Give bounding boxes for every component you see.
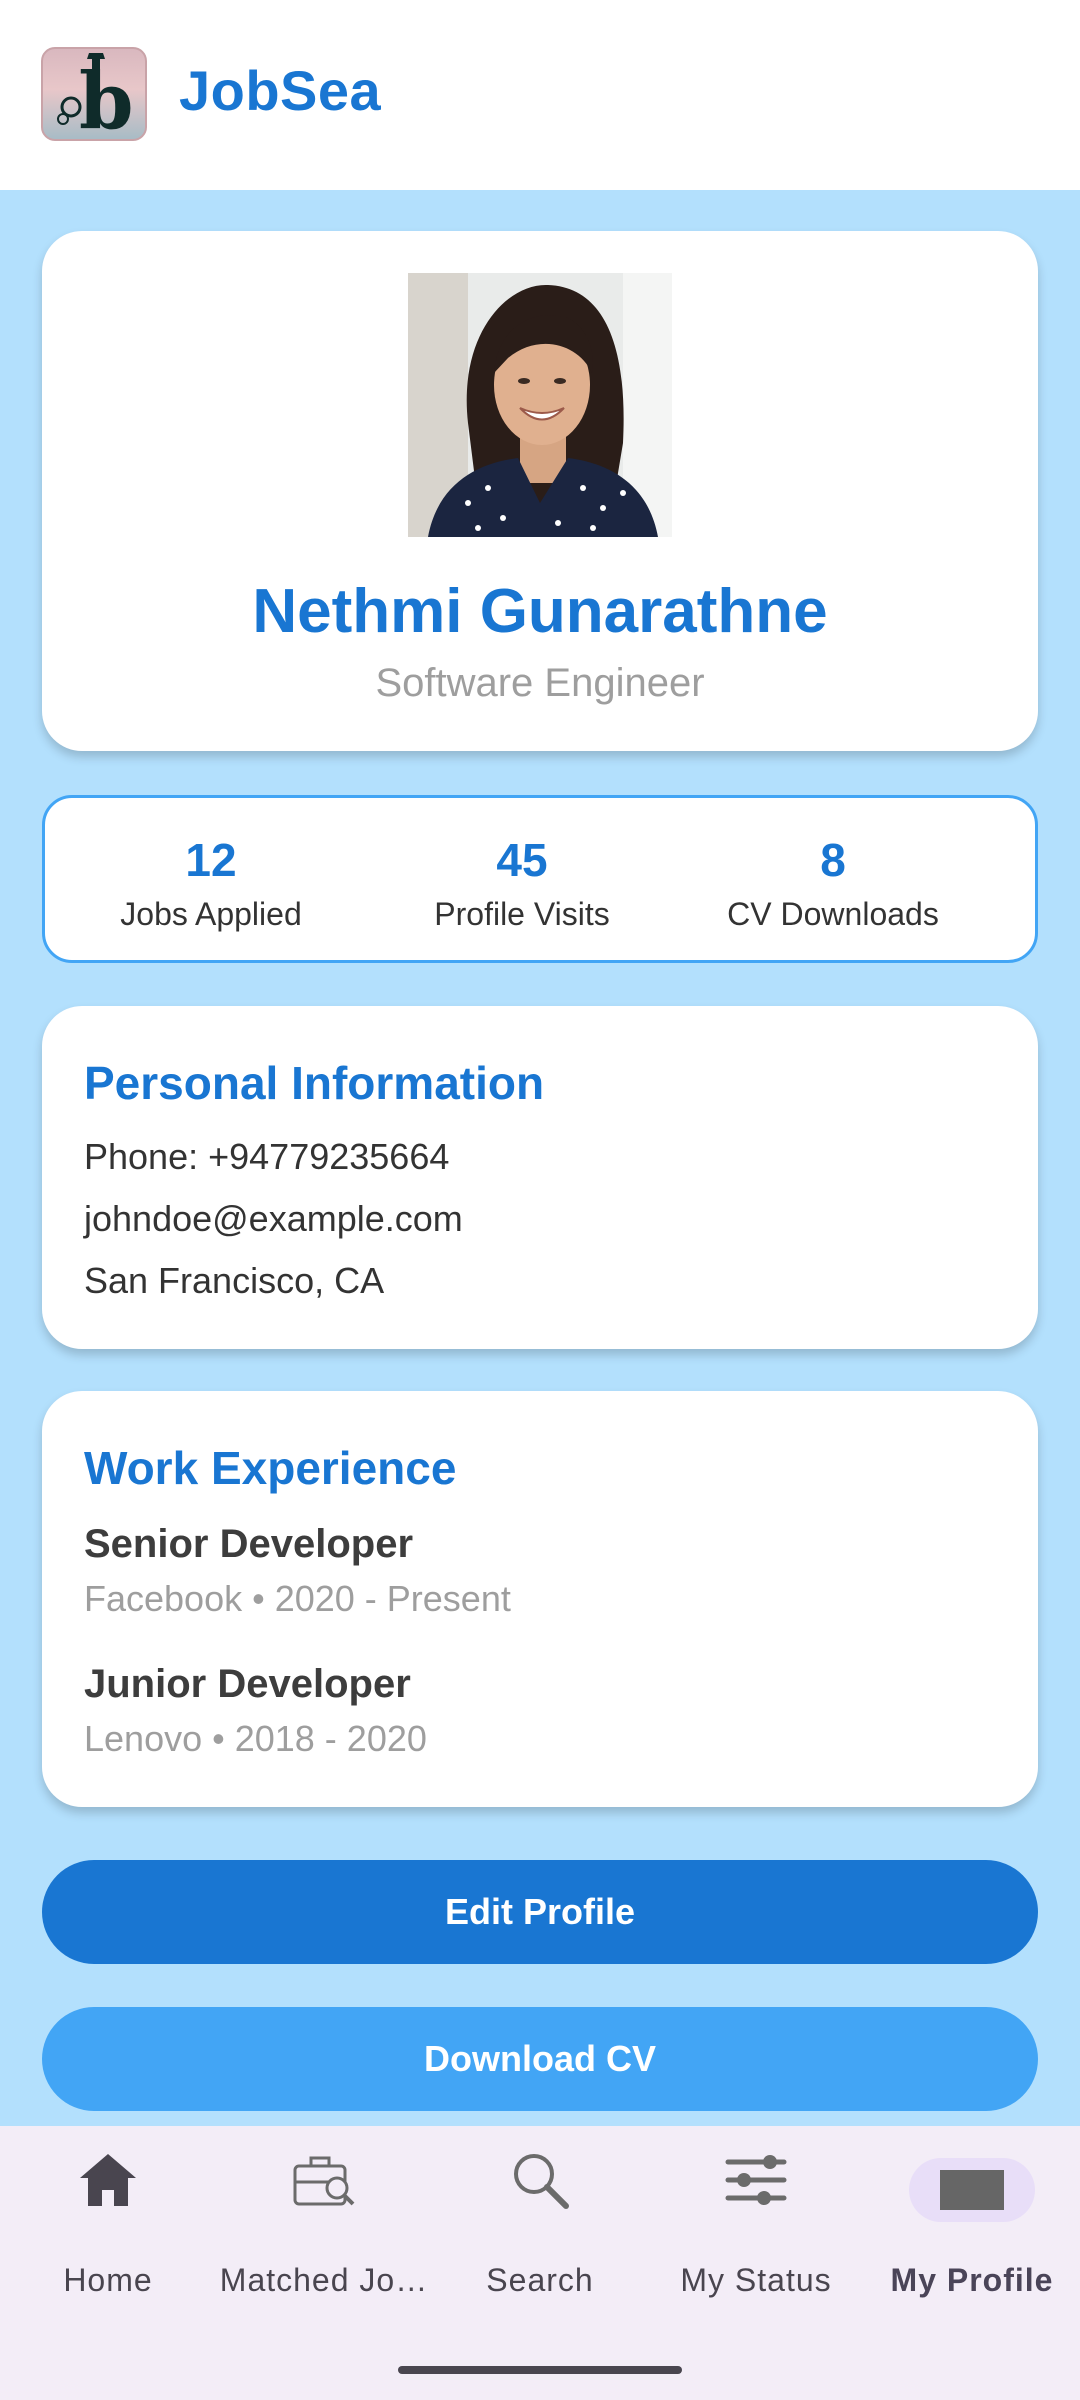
job-title: Senior Developer <box>84 1522 414 1566</box>
home-indicator[interactable] <box>398 2366 682 2374</box>
profile-job-title: Software Engineer <box>375 661 705 705</box>
stat-label: Jobs Applied <box>120 896 302 932</box>
stat-profile-visits: 45 Profile Visits <box>356 798 688 960</box>
stat-cv-downloads: 8 CV Downloads <box>667 798 999 960</box>
profile-name: Nethmi Gunarathne <box>252 577 828 646</box>
bottom-navigation: Home Matched Jo… Search My Status My Pro… <box>0 2126 1080 2400</box>
nav-label: Matched Jo… <box>219 2262 429 2298</box>
sliders-icon <box>706 2152 806 2208</box>
nav-item-matched-jobs[interactable]: Matched Jo… <box>216 2126 432 2336</box>
profile-icon <box>909 2158 1035 2222</box>
app-logo-letter: b <box>79 56 134 141</box>
work-experience-heading: Work Experience <box>84 1442 457 1494</box>
edit-profile-button[interactable]: Edit Profile <box>42 1860 1038 1964</box>
work-experience-card: Work Experience Senior Developer Faceboo… <box>42 1391 1038 1807</box>
personal-information-card: Personal Information Phone: +94779235664… <box>42 1006 1038 1349</box>
profile-photo <box>408 273 672 537</box>
app-title: JobSea <box>179 59 382 122</box>
job-title: Junior Developer <box>84 1662 411 1706</box>
briefcase-search-icon <box>274 2152 374 2208</box>
nav-label: Search <box>486 2262 594 2298</box>
email-text: johndoe@example.com <box>84 1198 463 1239</box>
personal-information-heading: Personal Information <box>84 1057 545 1109</box>
stat-label: CV Downloads <box>727 896 939 932</box>
location-text: San Francisco, CA <box>84 1260 385 1301</box>
job-meta: Facebook • 2020 - Present <box>84 1578 511 1619</box>
nav-label: Home <box>63 2262 153 2298</box>
stat-label: Profile Visits <box>434 896 610 932</box>
job-meta: Lenovo • 2018 - 2020 <box>84 1718 427 1759</box>
phone-text: Phone: +94779235664 <box>84 1136 450 1177</box>
stat-value: 8 <box>820 834 846 886</box>
home-icon <box>58 2152 158 2208</box>
download-cv-button[interactable]: Download CV <box>42 2007 1038 2111</box>
nav-label: My Status <box>680 2262 832 2298</box>
stat-value: 45 <box>496 834 548 886</box>
nav-item-home[interactable]: Home <box>0 2126 216 2336</box>
app-bar: b JobSea <box>0 0 1080 190</box>
stat-value: 12 <box>185 834 237 886</box>
stats-card: 12 Jobs Applied 45 Profile Visits 8 CV D… <box>42 795 1038 963</box>
search-icon <box>490 2152 590 2209</box>
stat-jobs-applied: 12 Jobs Applied <box>45 798 377 960</box>
profile-card: Nethmi Gunarathne Software Engineer <box>42 231 1038 751</box>
nav-label: My Profile <box>890 2262 1054 2298</box>
nav-item-search[interactable]: Search <box>432 2126 648 2336</box>
nav-item-my-profile[interactable]: My Profile <box>864 2126 1080 2336</box>
nav-item-my-status[interactable]: My Status <box>648 2126 864 2336</box>
app-logo: b <box>41 47 147 141</box>
